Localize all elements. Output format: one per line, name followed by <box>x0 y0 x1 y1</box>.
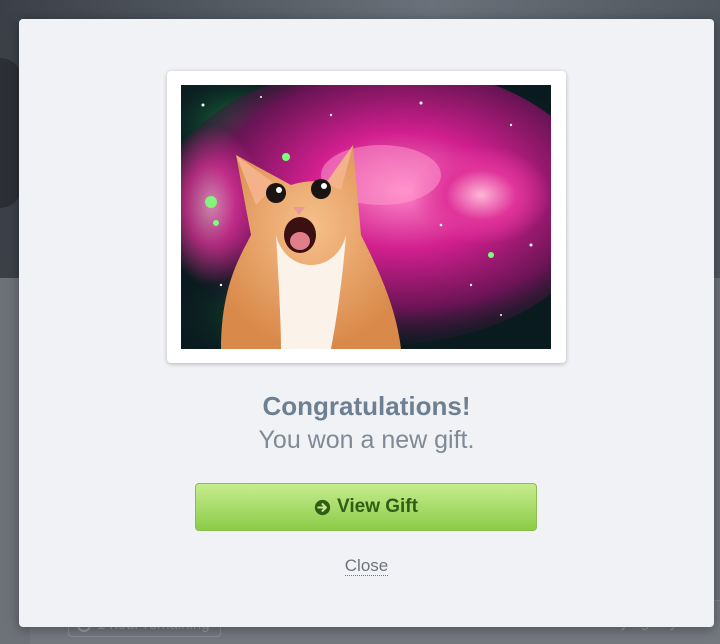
gift-won-message: You won a new gift. <box>258 426 475 454</box>
space-cat-illustration <box>181 85 551 349</box>
gift-image <box>181 85 551 349</box>
gift-modal: Congratulations! You won a new gift. Vie… <box>19 19 714 627</box>
close-link-row: Close <box>19 556 714 576</box>
arrow-circle-right-icon <box>314 499 331 515</box>
close-link[interactable]: Close <box>344 556 389 576</box>
view-gift-button[interactable]: View Gift <box>195 483 537 531</box>
view-gift-button-label: View Gift <box>337 496 418 517</box>
gift-image-frame <box>167 71 566 363</box>
congratulations-title: Congratulations! <box>262 391 471 421</box>
